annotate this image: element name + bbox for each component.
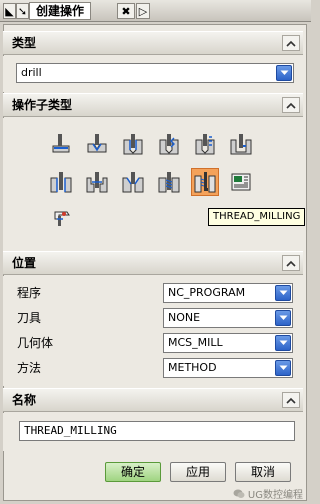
reaming-icon[interactable] (47, 168, 75, 196)
section-type-body: drill (3, 56, 303, 92)
tool-select-value: NONE (168, 311, 201, 324)
reset-arrow-icon[interactable]: ➘ (16, 3, 29, 19)
watermark: UG数控编程 (233, 486, 303, 501)
boring-icon[interactable] (227, 130, 255, 158)
section-type-header[interactable]: 类型 (3, 31, 303, 55)
tapping-icon[interactable] (155, 168, 183, 196)
pin-icon[interactable]: ◣ (3, 3, 16, 19)
wechat-icon (233, 489, 245, 498)
method-label: 方法 (17, 361, 42, 375)
section-name-title: 名称 (12, 393, 37, 407)
mill-control-icon[interactable] (227, 168, 255, 196)
apply-button[interactable]: 应用 (170, 462, 226, 482)
tool-label: 刀具 (17, 311, 42, 325)
method-select[interactable]: METHOD (163, 358, 293, 378)
cancel-button[interactable]: 取消 (235, 462, 291, 482)
thread-milling-tooltip: THREAD_MILLING (208, 208, 306, 226)
section-location-title: 位置 (12, 256, 37, 270)
ok-button[interactable]: 确定 (105, 462, 161, 482)
geometry-select-value: MCS_MILL (168, 336, 223, 349)
counterboring-icon[interactable] (83, 168, 111, 196)
chevron-down-icon[interactable] (275, 360, 291, 376)
geometry-label: 几何体 (17, 336, 54, 350)
section-location-body: 程序 NC_PROGRAM 刀具 NONE 几何体 MCS_MILL 方法 ME… (3, 276, 303, 386)
close-icon[interactable]: ✖ (117, 3, 135, 19)
section-name-body: THREAD_MILLING (3, 413, 303, 451)
mill-user-icon[interactable] (47, 204, 75, 232)
section-location-header[interactable]: 位置 (3, 251, 303, 275)
collapse-chevron-up-icon[interactable] (282, 392, 300, 408)
watermark-text: UG数控编程 (247, 490, 303, 501)
countersinking-icon[interactable] (119, 168, 147, 196)
breakchip-drilling-icon[interactable] (191, 130, 219, 158)
collapse-chevron-up-icon[interactable] (282, 97, 300, 113)
collapse-chevron-up-icon[interactable] (282, 255, 300, 271)
spot-facing-icon[interactable] (47, 130, 75, 158)
chevron-down-icon[interactable] (275, 285, 291, 301)
section-subtype-header[interactable]: 操作子类型 (3, 93, 303, 117)
geometry-select[interactable]: MCS_MILL (163, 333, 293, 353)
more-icon[interactable]: ▷ (136, 3, 150, 19)
program-select[interactable]: NC_PROGRAM (163, 283, 293, 303)
section-type-title: 类型 (12, 36, 37, 50)
tool-select[interactable]: NONE (163, 308, 293, 328)
chevron-down-icon[interactable] (275, 335, 291, 351)
chevron-down-icon[interactable] (276, 65, 292, 81)
collapse-chevron-up-icon[interactable] (282, 35, 300, 51)
spot-drilling-icon[interactable] (83, 130, 111, 158)
type-select-value: drill (21, 66, 42, 79)
dialog-titlebar: ◣ ➘ 创建操作 ✖ ▷ (0, 0, 311, 22)
peck-drilling-icon[interactable] (155, 130, 183, 158)
section-subtype-body (3, 118, 303, 251)
drilling-icon[interactable] (119, 130, 147, 158)
type-select[interactable]: drill (16, 63, 294, 83)
program-select-value: NC_PROGRAM (168, 286, 246, 299)
method-select-value: METHOD (168, 361, 217, 374)
chevron-down-icon[interactable] (275, 310, 291, 326)
program-label: 程序 (17, 286, 42, 300)
section-name-header[interactable]: 名称 (3, 388, 303, 412)
thread-milling-icon[interactable] (191, 168, 219, 196)
dialog-title: 创建操作 (29, 2, 92, 20)
operation-name-input[interactable]: THREAD_MILLING (19, 421, 295, 441)
section-subtype-title: 操作子类型 (12, 98, 73, 112)
